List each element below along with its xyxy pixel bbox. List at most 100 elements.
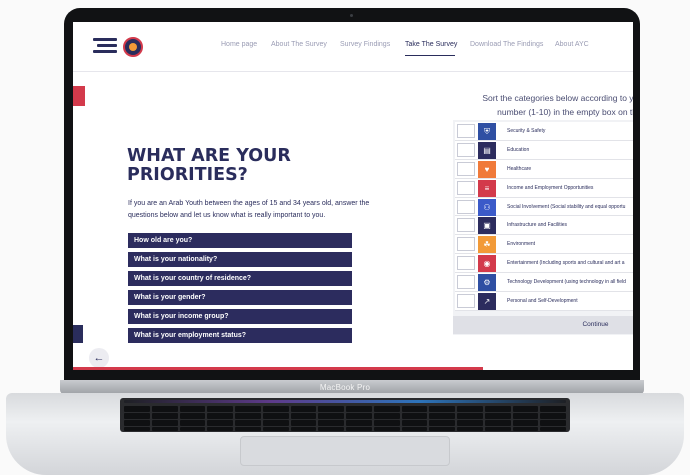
nav-about-survey[interactable]: About The Survey xyxy=(271,41,327,53)
keyboard-key xyxy=(540,427,566,431)
keyboard-key xyxy=(429,413,455,419)
question-employment[interactable]: What is your employment status? xyxy=(128,328,352,343)
category-row: ⛨ Security & Safety xyxy=(455,122,633,141)
category-label: Infrastructure and Facilities xyxy=(507,222,568,229)
category-list: ⛨ Security & Safety ▤ Education ♥ Healthcare ≡… xyxy=(455,122,633,311)
category-label: Education xyxy=(507,146,530,153)
keyboard-key xyxy=(207,406,233,412)
building-icon: ▣ xyxy=(478,217,496,235)
keyboard-key xyxy=(401,413,428,419)
question-gender[interactable]: What is your gender? xyxy=(128,290,352,305)
keyboard-key xyxy=(484,413,511,419)
question-list: How old are you? What is your nationalit… xyxy=(128,233,352,347)
rank-input[interactable] xyxy=(457,199,475,214)
priority-panel: ⛨ Security & Safety ▤ Education ♥ Healthcare ≡… xyxy=(453,120,633,335)
rank-input[interactable] xyxy=(457,180,475,195)
keyboard xyxy=(120,398,570,432)
keyboard-key xyxy=(318,427,344,431)
question-income[interactable]: What is your income group? xyxy=(128,309,352,324)
leaf-icon: ☘ xyxy=(478,236,496,254)
keyboard-key xyxy=(457,406,483,412)
keyboard-key xyxy=(512,406,539,412)
device-brand-label: MacBook Pro xyxy=(319,383,371,392)
keyboard-key xyxy=(151,420,178,426)
question-nationality[interactable]: What is your nationality? xyxy=(128,252,352,267)
category-row: ♥ Healthcare xyxy=(455,159,633,179)
keyboard-key xyxy=(512,427,539,431)
keyboard-key xyxy=(540,413,566,419)
keyboard-key xyxy=(457,413,483,419)
keyboard-key xyxy=(235,413,261,419)
keyboard-key xyxy=(124,413,150,419)
entertainment-icon: ◉ xyxy=(478,255,496,273)
rank-input[interactable] xyxy=(457,142,475,157)
logo-wordmark xyxy=(91,35,121,59)
nav-survey-findings[interactable]: Survey Findings xyxy=(340,41,390,53)
keyboard-key xyxy=(151,413,178,419)
keyboard-key xyxy=(346,413,372,419)
category-label: Personal and Self-Development xyxy=(507,298,578,305)
question-residence[interactable]: What is your country of residence? xyxy=(128,271,352,286)
shield-icon: ⛨ xyxy=(478,123,496,140)
page-title: WHAT ARE YOUR PRIORITIES? xyxy=(127,146,291,185)
rank-input[interactable] xyxy=(457,275,475,290)
keyboard-key xyxy=(540,420,566,426)
keyboard-key xyxy=(373,427,400,431)
laptop-mockup: Home page About The Survey Survey Findin… xyxy=(0,0,690,475)
keyboard-key xyxy=(318,406,344,412)
keyboard-key xyxy=(373,413,400,419)
category-label: Security & Safety xyxy=(507,128,546,134)
active-nav-underline xyxy=(405,55,455,56)
category-row: ↗ Personal and Self-Development xyxy=(455,292,633,311)
question-age[interactable]: How old are you? xyxy=(128,233,352,248)
bottom-accent-stripe xyxy=(73,367,483,370)
rank-input[interactable] xyxy=(457,256,475,271)
money-icon: ≡ xyxy=(478,179,496,197)
category-row: ▤ Education xyxy=(455,140,633,160)
logo-seal-icon xyxy=(123,37,143,57)
category-label: Income and Employment Opportunities xyxy=(507,184,594,191)
category-row: ≡ Income and Employment Opportunities xyxy=(455,178,633,198)
touch-bar xyxy=(124,400,566,403)
site-header: Home page About The Survey Survey Findin… xyxy=(73,22,633,72)
category-row: ▣ Infrastructure and Facilities xyxy=(455,216,633,236)
keyboard-key xyxy=(151,427,178,431)
category-row: ⚇ Social Involvement (Social stability an… xyxy=(455,197,633,217)
rank-input[interactable] xyxy=(457,218,475,233)
keyboard-key xyxy=(262,413,289,419)
rank-input[interactable] xyxy=(457,294,475,309)
site-logo[interactable] xyxy=(91,35,143,59)
keyboard-key xyxy=(401,406,428,412)
keyboard-key xyxy=(290,413,317,419)
keyboard-key xyxy=(262,427,289,431)
category-label: Technology Development (using technology… xyxy=(507,279,626,286)
continue-button[interactable]: Continue xyxy=(453,316,633,334)
keyboard-key xyxy=(429,427,455,431)
keyboard-key xyxy=(124,427,150,431)
keyboard-key xyxy=(401,427,428,431)
nav-about-ayc[interactable]: About AYC xyxy=(555,41,589,53)
intro-text: If you are an Arab Youth between the age… xyxy=(128,200,370,219)
rank-input[interactable] xyxy=(457,161,475,176)
keyboard-key xyxy=(484,427,511,431)
rank-input[interactable] xyxy=(457,124,475,138)
decorative-red-tab xyxy=(73,86,85,106)
keyboard-key xyxy=(346,427,372,431)
keyboard-key xyxy=(373,406,400,412)
nav-download-findings[interactable]: Download The Findings xyxy=(470,41,543,53)
nav-take-survey[interactable]: Take The Survey xyxy=(405,41,457,53)
keyboard-key xyxy=(318,413,344,419)
category-label: Healthcare xyxy=(507,165,532,172)
keyboard-key xyxy=(401,420,428,426)
keyboard-key xyxy=(235,406,261,412)
keyboard-key xyxy=(346,420,372,426)
website-screen: Home page About The Survey Survey Findin… xyxy=(73,22,633,370)
rank-input[interactable] xyxy=(457,237,475,252)
category-row: ◉ Entertainment (Including sports and cul… xyxy=(455,254,633,274)
keyboard-key xyxy=(124,406,150,412)
keyboard-key xyxy=(457,420,483,426)
back-button[interactable]: ← xyxy=(89,348,109,368)
people-icon: ⚇ xyxy=(478,198,496,216)
nav-home[interactable]: Home page xyxy=(221,41,257,53)
sort-instruction: Sort the categories below according to y… xyxy=(482,93,633,117)
